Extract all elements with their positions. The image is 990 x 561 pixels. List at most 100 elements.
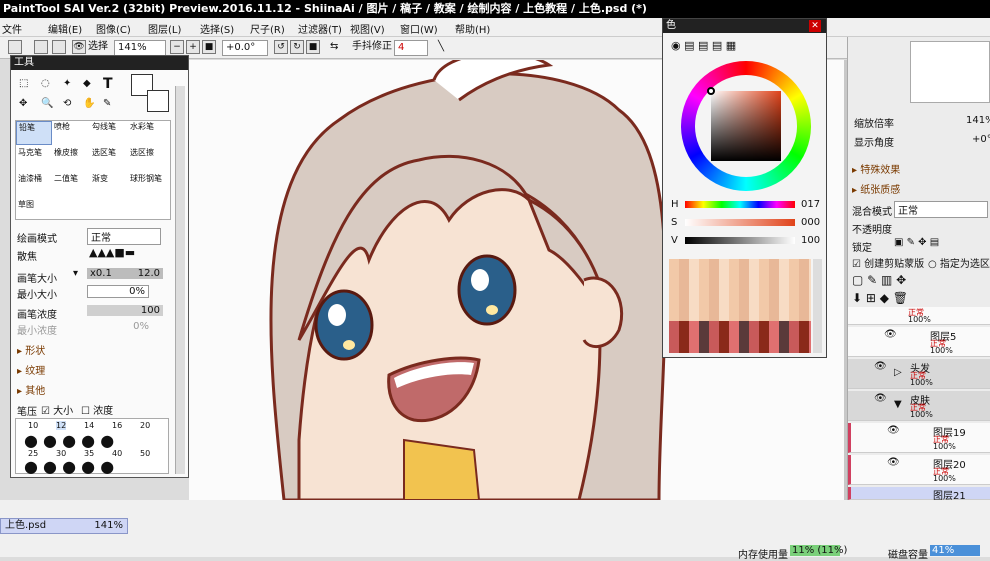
clip-mask-checkbox[interactable]: ☑ 创建剪贴蒙版 — [852, 255, 924, 270]
menu-edit[interactable]: 编辑(E) — [48, 21, 82, 36]
rotate-right-icon[interactable]: ↻ — [290, 40, 304, 54]
color-mode-icons[interactable]: ◉ ▤ ▤ ▤ ▦ — [671, 39, 736, 52]
paper-texture-section[interactable]: ▸ 纸张质感 — [852, 181, 900, 196]
layer-row[interactable]: 正常 100% — [848, 307, 990, 325]
toolbar-button-1[interactable] — [8, 40, 22, 54]
swatch-palette[interactable] — [669, 259, 811, 353]
layer-action-icons-2[interactable]: ⬇ ⊞ ◆ 🗑 — [852, 291, 908, 305]
brush-dot-icon[interactable]: ● ● ● ● ● — [24, 431, 114, 450]
size-preset[interactable]: 16 — [112, 421, 122, 430]
sv-cursor[interactable] — [707, 87, 715, 95]
h-slider[interactable] — [685, 201, 795, 208]
lasso-icon[interactable]: ◌ — [41, 78, 50, 89]
menu-ruler[interactable]: 尺子(R) — [250, 21, 285, 36]
brush-airbrush[interactable]: 喷枪 — [54, 121, 90, 145]
secondary-color-swatch[interactable] — [147, 90, 169, 112]
brush-size-slider[interactable]: x0.1 12.0 — [87, 268, 163, 279]
lock-icons[interactable]: ▣ ✎ ✥ ▤ — [894, 237, 939, 248]
layer-row[interactable]: 👁 图层19 正常 100% — [848, 423, 990, 453]
density-checkbox[interactable]: ☐ 浓度 — [81, 402, 113, 417]
close-icon[interactable]: ✕ — [809, 20, 821, 32]
menu-window[interactable]: 窗口(W) — [400, 21, 438, 36]
size-preset[interactable]: 20 — [140, 421, 150, 430]
brush-watercolor[interactable]: 水彩笔 — [130, 121, 166, 145]
min-size-field[interactable]: 0% — [87, 285, 149, 298]
size-checkbox[interactable]: ☑ 大小 — [41, 402, 73, 417]
density-slider[interactable]: 100 — [87, 305, 163, 316]
section-texture[interactable]: ▸ 纹理 — [17, 362, 45, 377]
brush-bucket[interactable]: 油漆桶 — [16, 173, 52, 197]
zoom-icon[interactable]: 🔍 — [41, 98, 53, 109]
layer-folder[interactable]: 👁 ▼ 皮肤 正常 100% — [848, 391, 990, 421]
eyedropper-icon[interactable]: ✎ — [103, 98, 111, 109]
draw-mode-select[interactable]: 正常 — [87, 228, 161, 245]
menu-select[interactable]: 选择(S) — [200, 21, 234, 36]
sv-square[interactable] — [711, 91, 781, 161]
size-preset[interactable]: 50 — [140, 449, 150, 458]
layer-folder[interactable]: 👁 ▷ 头发 正常 100% — [848, 359, 990, 389]
min-density-field[interactable]: 0% — [87, 321, 149, 332]
navigator-preview[interactable] — [910, 41, 990, 103]
document-tab[interactable]: 上色.psd 141% — [0, 518, 128, 534]
eye-icon[interactable]: 👁 — [874, 393, 887, 404]
brush-marker[interactable]: 马克笔 — [16, 147, 52, 171]
fill-icon[interactable]: ◆ — [83, 78, 91, 89]
hand-icon[interactable]: ✋ — [83, 98, 95, 109]
layer-action-icons[interactable]: ▢ ✎ ▥ ✥ — [852, 273, 906, 287]
folder-collapse-icon[interactable]: ▼ — [894, 399, 902, 410]
section-other[interactable]: ▸ 其他 — [17, 382, 45, 397]
move-icon[interactable]: ✥ — [19, 98, 27, 109]
brush-outline[interactable]: 勾线笔 — [92, 121, 128, 145]
zoom-in-icon[interactable]: + — [186, 40, 200, 54]
size-preset[interactable]: 10 — [28, 421, 38, 430]
toolbar-button-3[interactable] — [52, 40, 66, 54]
size-preset[interactable]: 12 — [56, 421, 67, 430]
brush-binary[interactable]: 二值笔 — [54, 173, 90, 197]
flip-icon[interactable]: ⇆ — [330, 40, 338, 56]
swatch-scrollbar[interactable] — [813, 259, 822, 353]
eye-icon[interactable]: 👁 — [887, 425, 900, 436]
blend-mode-select[interactable]: 正常 — [894, 201, 988, 218]
angle-field[interactable]: +0.0° — [222, 40, 268, 56]
size-preset[interactable]: 14 — [84, 421, 94, 430]
brush-shape-icons[interactable]: ▲▲▲■▬ — [89, 246, 135, 259]
brush-eraser[interactable]: 橡皮擦 — [54, 147, 90, 171]
v-slider[interactable] — [685, 237, 795, 244]
brush-select-pen[interactable]: 选区笔 — [92, 147, 128, 171]
menu-filter[interactable]: 过滤器(T) — [298, 21, 342, 36]
menu-view[interactable]: 视图(V) — [350, 21, 385, 36]
menu-image[interactable]: 图像(C) — [96, 21, 131, 36]
magic-wand-icon[interactable]: ✦ — [63, 78, 71, 89]
rect-select-icon[interactable]: ⬚ — [19, 78, 28, 89]
brush-dot-icon[interactable]: ● ● ● ● ● — [24, 457, 114, 476]
brush-select-eraser[interactable]: 选区擦 — [130, 147, 166, 171]
eye-icon[interactable]: 👁 — [887, 457, 900, 468]
layer-row-selected[interactable]: 图层21 — [848, 487, 990, 502]
rotate-reset-icon[interactable]: ■ — [306, 40, 320, 54]
tools-scrollbar[interactable] — [175, 86, 185, 474]
rotate-left-icon[interactable]: ↺ — [274, 40, 288, 54]
layer-row[interactable]: 👁 图层20 正常 100% — [848, 455, 990, 485]
eye-icon[interactable]: 👁 — [72, 40, 86, 54]
brush-gradient[interactable]: 渐变 — [92, 173, 128, 197]
eye-icon[interactable]: 👁 — [884, 329, 897, 340]
line-tool-icon[interactable]: ╲ — [438, 40, 444, 56]
hue-wheel[interactable] — [681, 61, 811, 191]
zoom-out-icon[interactable]: − — [170, 40, 184, 54]
select-source-radio[interactable]: ○ 指定为选区样 — [928, 255, 990, 270]
brush-ball-pen[interactable]: 球形钢笔 — [130, 173, 166, 197]
zoom-reset-icon[interactable]: ■ — [202, 40, 216, 54]
brush-sketch[interactable]: 草图 — [16, 199, 52, 219]
folder-expand-icon[interactable]: ▷ — [894, 367, 902, 378]
section-shape[interactable]: ▸ 形状 — [17, 342, 45, 357]
stabilizer-field[interactable]: 4 — [394, 40, 428, 56]
brush-size-dropdown-icon[interactable]: ▾ — [73, 268, 78, 279]
toolbar-button-2[interactable] — [34, 40, 48, 54]
menu-layer[interactable]: 图层(L) — [148, 21, 181, 36]
brush-pencil[interactable]: 铅笔 — [16, 121, 52, 145]
eye-icon[interactable]: 👁 — [874, 361, 887, 372]
special-effects-section[interactable]: ▸ 特殊效果 — [852, 161, 900, 176]
s-slider[interactable] — [685, 219, 795, 226]
rotate-icon[interactable]: ⟲ — [63, 98, 71, 109]
menu-help[interactable]: 帮助(H) — [455, 21, 490, 36]
